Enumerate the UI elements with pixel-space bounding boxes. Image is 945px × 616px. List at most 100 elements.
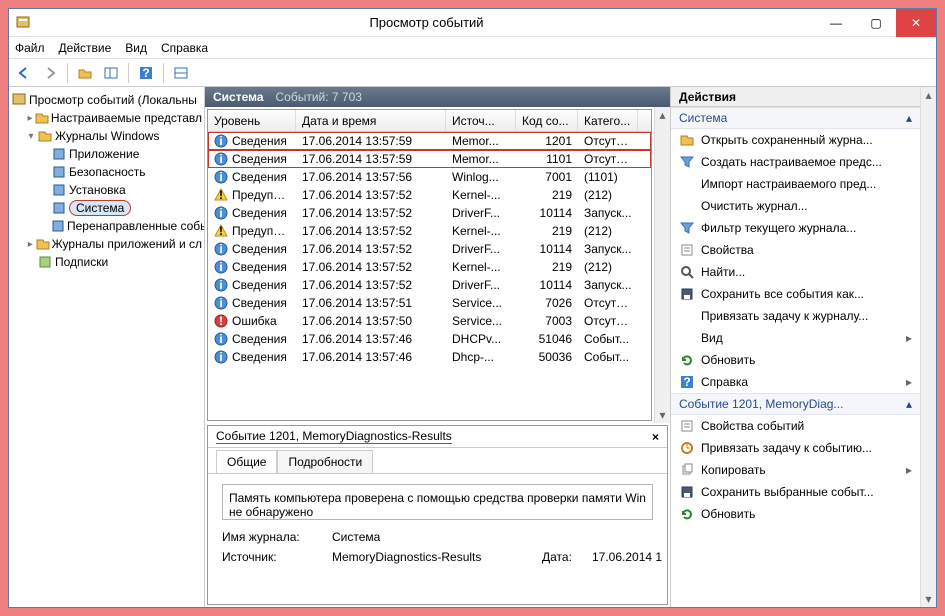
- col-date[interactable]: Дата и время: [296, 110, 446, 131]
- logname-value: Система: [332, 530, 667, 544]
- tab-details[interactable]: Подробности: [277, 450, 373, 473]
- svg-text:?: ?: [142, 66, 149, 80]
- action-item[interactable]: Свойства: [671, 239, 920, 261]
- none-icon: [679, 176, 695, 192]
- action-item[interactable]: Импорт настраиваемого пред...: [671, 173, 920, 195]
- toolbar: ?: [9, 59, 936, 87]
- svg-text:i: i: [219, 170, 222, 184]
- details-title: Событие 1201, MemoryDiagnostics-Results: [216, 429, 452, 444]
- menu-file[interactable]: Файл: [15, 41, 45, 55]
- forward-button[interactable]: [39, 62, 61, 84]
- action-item[interactable]: Открыть сохраненный журна...: [671, 129, 920, 151]
- table-row[interactable]: iСведения17.06.2014 13:57:52DriverF...10…: [208, 204, 651, 222]
- info-icon: i: [214, 134, 228, 148]
- center-pane: Система Событий: 7 703 Уровень Дата и вр…: [205, 87, 671, 607]
- svg-text:i: i: [219, 152, 222, 166]
- action-item[interactable]: Свойства событий: [671, 415, 920, 437]
- open-icon: [679, 132, 695, 148]
- list-body: iСведения17.06.2014 13:57:59Memor...1201…: [208, 132, 651, 392]
- menu-help[interactable]: Справка: [161, 41, 208, 55]
- action-item[interactable]: Обновить: [671, 349, 920, 371]
- preview-icon[interactable]: [170, 62, 192, 84]
- table-row[interactable]: iСведения17.06.2014 13:57:46Dhcp-...5003…: [208, 348, 651, 366]
- table-row[interactable]: iСведения17.06.2014 13:57:52Kernel-...21…: [208, 258, 651, 276]
- help-icon[interactable]: ?: [135, 62, 157, 84]
- tree-application[interactable]: Приложение: [11, 145, 202, 163]
- tree-app-service-logs[interactable]: ▸Журналы приложений и сл: [11, 235, 202, 253]
- menubar: Файл Действие Вид Справка: [9, 37, 936, 59]
- table-row[interactable]: iСведения17.06.2014 13:57:59Memor...1201…: [208, 132, 651, 150]
- action-item[interactable]: Привязать задачу к журналу...: [671, 305, 920, 327]
- action-item[interactable]: ?Справка▸: [671, 371, 920, 393]
- table-row[interactable]: iСведения17.06.2014 13:57:59Memor...1101…: [208, 150, 651, 168]
- minimize-button[interactable]: —: [816, 9, 856, 37]
- submenu-arrow-icon: ▸: [906, 331, 912, 345]
- tree-subscriptions[interactable]: Подписки: [11, 253, 202, 271]
- date-value: 17.06.2014 1: [592, 550, 667, 564]
- task-icon: [679, 440, 695, 456]
- table-row[interactable]: iСведения17.06.2014 13:57:56Winlog...700…: [208, 168, 651, 186]
- action-item[interactable]: Сохранить выбранные событ...: [671, 481, 920, 503]
- action-item[interactable]: Очистить журнал...: [671, 195, 920, 217]
- col-source[interactable]: Источ...: [446, 110, 516, 131]
- actions-title: Действия: [671, 87, 920, 107]
- actions-pane: Действия Система▴ Открыть сохраненный жу…: [671, 87, 920, 607]
- col-code[interactable]: Код со...: [516, 110, 578, 131]
- table-row[interactable]: !Предупреж...17.06.2014 13:57:52Kernel-.…: [208, 186, 651, 204]
- svg-text:i: i: [219, 260, 222, 274]
- tree-custom-views[interactable]: ▸Настраиваемые представл: [11, 109, 202, 127]
- action-item[interactable]: Обновить: [671, 503, 920, 525]
- col-level[interactable]: Уровень: [208, 110, 296, 131]
- props-icon: [679, 242, 695, 258]
- table-row[interactable]: iСведения17.06.2014 13:57:52DriverF...10…: [208, 276, 651, 294]
- action-item[interactable]: Создать настраиваемое предс...: [671, 151, 920, 173]
- details-close-icon[interactable]: ×: [652, 430, 659, 444]
- tree-system[interactable]: Система: [11, 199, 202, 217]
- info-icon: i: [214, 350, 228, 364]
- tab-general[interactable]: Общие: [216, 450, 277, 473]
- tree-pane: Просмотр событий (Локальны ▸Настраиваемы…: [9, 87, 205, 607]
- maximize-button[interactable]: ▢: [856, 9, 896, 37]
- action-item[interactable]: Копировать▸: [671, 459, 920, 481]
- submenu-arrow-icon: ▸: [906, 463, 912, 477]
- collapse-icon[interactable]: ▴: [906, 111, 912, 125]
- table-row[interactable]: iСведения17.06.2014 13:57:52DriverF...10…: [208, 240, 651, 258]
- action-item[interactable]: Привязать задачу к событию...: [671, 437, 920, 459]
- table-row[interactable]: !Ошибка17.06.2014 13:57:50Service...7003…: [208, 312, 651, 330]
- close-button[interactable]: ✕: [896, 9, 936, 37]
- tree-windows-logs[interactable]: ▾Журналы Windows: [11, 127, 202, 145]
- actions-scrollbar[interactable]: ▴▾: [920, 87, 936, 607]
- info-icon: i: [214, 170, 228, 184]
- none-icon: [679, 198, 695, 214]
- actions-section-system: Система▴: [671, 107, 920, 129]
- list-header: Уровень Дата и время Источ... Код со... …: [208, 110, 651, 132]
- tree-setup[interactable]: Установка: [11, 181, 202, 199]
- svg-text:i: i: [219, 206, 222, 220]
- action-item[interactable]: Фильтр текущего журнала...: [671, 217, 920, 239]
- date-label: Дата:: [542, 550, 592, 564]
- open-icon[interactable]: [74, 62, 96, 84]
- svg-text:?: ?: [683, 375, 690, 389]
- menu-action[interactable]: Действие: [59, 41, 112, 55]
- tree-forwarded[interactable]: Перенаправленные собы: [11, 217, 202, 235]
- list-scrollbar[interactable]: ▴▾: [654, 107, 670, 423]
- collapse-icon[interactable]: ▴: [906, 397, 912, 411]
- action-item[interactable]: Сохранить все события как...: [671, 283, 920, 305]
- tree-root[interactable]: Просмотр событий (Локальны: [11, 91, 202, 109]
- table-row[interactable]: !Предупреж...17.06.2014 13:57:52Kernel-.…: [208, 222, 651, 240]
- info-icon: i: [214, 332, 228, 346]
- info-icon: i: [214, 260, 228, 274]
- table-row[interactable]: iСведения17.06.2014 13:57:46DHCPv...5104…: [208, 330, 651, 348]
- col-category[interactable]: Катего...: [578, 110, 638, 131]
- table-row[interactable]: iСведения17.06.2014 13:57:51Service...70…: [208, 294, 651, 312]
- center-header: Система Событий: 7 703: [205, 87, 670, 107]
- action-item[interactable]: Найти...: [671, 261, 920, 283]
- save-icon: [679, 484, 695, 500]
- back-button[interactable]: [13, 62, 35, 84]
- svg-text:i: i: [219, 242, 222, 256]
- action-item[interactable]: Вид▸: [671, 327, 920, 349]
- tree-security[interactable]: Безопасность: [11, 163, 202, 181]
- menu-view[interactable]: Вид: [125, 41, 147, 55]
- svg-text:i: i: [219, 278, 222, 292]
- panels-icon[interactable]: [100, 62, 122, 84]
